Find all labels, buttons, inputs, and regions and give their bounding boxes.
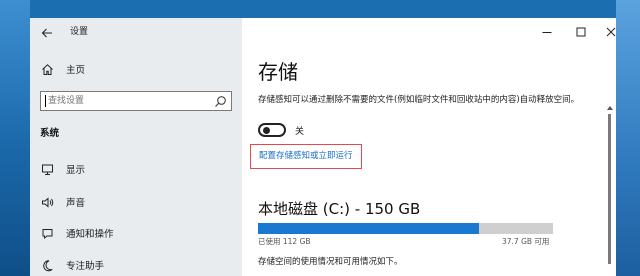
minimize-button[interactable]	[530, 20, 564, 44]
search-field[interactable]	[40, 91, 232, 111]
app-title: 设置	[70, 27, 89, 37]
text-cursor	[45, 95, 46, 107]
notification-icon	[40, 226, 54, 240]
close-icon	[606, 27, 616, 37]
sidebar-item-home[interactable]: 主页	[40, 60, 85, 78]
toggle-knob	[263, 127, 270, 134]
desktop-background-right	[616, 0, 640, 276]
configure-storage-sense-link[interactable]: 配置存储感知或立即运行	[250, 144, 362, 169]
scroll-up-arrow-icon[interactable]	[607, 106, 613, 110]
storage-sense-description: 存储感知可以通过删除不需要的文件(例如临时文件和回收站中的内容)自动释放空间。	[258, 95, 580, 105]
disk-usage-bar	[258, 223, 553, 234]
page-title: 存储	[258, 60, 298, 84]
sidebar-item-display[interactable]: 显示	[40, 160, 85, 178]
sidebar: 设置 主页 系统 显示	[30, 18, 242, 276]
back-button[interactable]	[36, 22, 58, 44]
back-arrow-icon	[41, 28, 52, 38]
desktop-background-left	[0, 0, 30, 276]
toggle-state-label: 关	[295, 127, 305, 137]
minimize-icon	[542, 32, 552, 33]
sidebar-item-label: 通知和操作	[66, 229, 114, 240]
settings-window: 设置 主页 系统 显示	[30, 18, 616, 276]
sidebar-item-label: 显示	[66, 165, 86, 176]
main-content: 存储 存储感知可以通过删除不需要的文件(例如临时文件和回收站中的内容)自动释放空…	[242, 18, 616, 276]
used-space-label: 已使用 112 GB	[258, 237, 311, 246]
speaker-icon	[40, 195, 54, 209]
search-input[interactable]	[48, 93, 208, 109]
scrollbar[interactable]	[607, 106, 613, 266]
sidebar-item-sound[interactable]: 声音	[40, 193, 85, 211]
focus-moon-icon	[40, 258, 54, 272]
disk-title: 本地磁盘 (C:) - 150 GB	[258, 200, 421, 218]
section-label-system: 系统	[40, 128, 60, 139]
sidebar-item-focus-assist[interactable]: 专注助手	[40, 256, 104, 274]
close-button[interactable]	[594, 20, 616, 44]
display-icon	[40, 162, 54, 176]
sidebar-item-notifications[interactable]: 通知和操作	[40, 224, 114, 242]
disk-usage-fill	[258, 223, 480, 234]
maximize-icon	[576, 27, 586, 37]
search-icon	[215, 96, 226, 107]
storage-sense-toggle[interactable]	[258, 123, 286, 137]
sidebar-item-label: 主页	[66, 65, 86, 76]
sidebar-item-label: 专注助手	[66, 261, 105, 272]
sidebar-item-label: 声音	[66, 198, 86, 209]
home-icon	[40, 62, 54, 76]
free-space-label: 37.7 GB 可用	[502, 237, 550, 246]
maximize-button[interactable]	[564, 20, 598, 44]
scrollbar-thumb[interactable]	[608, 114, 611, 264]
usage-description: 存储空间的使用情况和可用情况如下。	[258, 257, 403, 267]
